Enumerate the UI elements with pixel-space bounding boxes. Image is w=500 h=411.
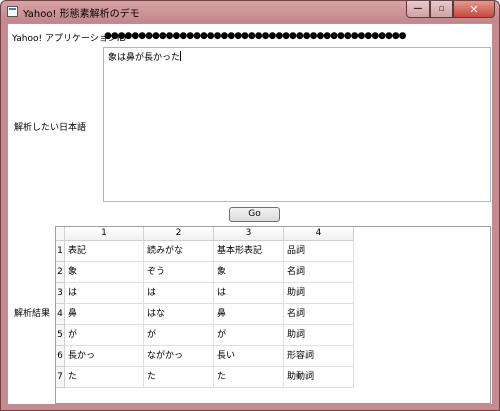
grid-header: 1 2 3 4 — [56, 227, 354, 241]
table-row: 1 表記 読みがな 基本形表記 品詞 — [56, 241, 354, 262]
table-cell[interactable]: 長い — [214, 346, 284, 367]
table-row: 7 た た た 助動詞 — [56, 367, 354, 388]
table-cell[interactable]: 象 — [65, 262, 144, 283]
table-cell[interactable]: 鼻 — [65, 304, 144, 325]
table-cell[interactable]: 基本形表記 — [214, 241, 284, 262]
table-row: 5 が が が 助詞 — [56, 325, 354, 346]
go-button[interactable]: Go — [229, 207, 280, 222]
table-row: 4 鼻 はな 鼻 名詞 — [56, 304, 354, 325]
input-text-area[interactable]: 象は鼻が長かった — [103, 47, 491, 202]
table-row: 3 は は は 助詞 — [56, 283, 354, 304]
table-cell[interactable]: た — [214, 367, 284, 388]
table-cell[interactable]: 表記 — [65, 241, 144, 262]
row-header[interactable]: 1 — [56, 241, 65, 262]
grid-corner[interactable] — [56, 227, 65, 241]
table-cell[interactable]: た — [65, 367, 144, 388]
maximize-button[interactable]: ▫ — [430, 1, 453, 18]
table-cell[interactable]: はな — [144, 304, 214, 325]
client-area: Yahoo! アプリケーションID ●●●●●●●●●●●●●●●●●●●●●●… — [8, 24, 492, 404]
table-cell[interactable]: は — [65, 283, 144, 304]
table-cell[interactable]: が — [144, 325, 214, 346]
appid-field[interactable]: ●●●●●●●●●●●●●●●●●●●●●●●●●●●●●●●●●●●●●●●●… — [104, 29, 491, 43]
table-cell[interactable]: 助詞 — [284, 283, 354, 304]
table-cell[interactable]: 読みがな — [144, 241, 214, 262]
result-label: 解析結果 — [14, 309, 51, 319]
table-cell[interactable]: は — [214, 283, 284, 304]
text-label: 解析したい日本語 — [14, 123, 87, 133]
input-text: 象は鼻が長かった — [108, 53, 181, 63]
table-cell[interactable]: は — [144, 283, 214, 304]
table-cell[interactable]: 鼻 — [214, 304, 284, 325]
table-cell[interactable]: 長かっ — [65, 346, 144, 367]
table-cell[interactable]: ぞう — [144, 262, 214, 283]
table-cell[interactable]: ながかっ — [144, 346, 214, 367]
row-header[interactable]: 7 — [56, 367, 65, 388]
column-header-1[interactable]: 1 — [65, 227, 144, 241]
app-icon — [7, 6, 18, 17]
column-header-3[interactable]: 3 — [214, 227, 284, 241]
table-cell[interactable]: 形容詞 — [284, 346, 354, 367]
table-row: 6 長かっ ながかっ 長い 形容詞 — [56, 346, 354, 367]
minimize-button[interactable]: — — [406, 1, 430, 18]
close-button[interactable]: ✕ — [453, 1, 495, 18]
table-cell[interactable]: 品詞 — [284, 241, 354, 262]
row-header[interactable]: 4 — [56, 304, 65, 325]
table-cell[interactable]: が — [214, 325, 284, 346]
row-header[interactable]: 2 — [56, 262, 65, 283]
table-cell[interactable]: が — [65, 325, 144, 346]
title-bar[interactable]: Yahoo! 形態素解析のデモ — ▫ ✕ — [1, 1, 499, 23]
column-header-2[interactable]: 2 — [144, 227, 214, 241]
table-cell[interactable]: 名詞 — [284, 262, 354, 283]
text-caret — [180, 51, 182, 61]
table-cell[interactable]: 象 — [214, 262, 284, 283]
result-grid[interactable]: 1 2 3 4 1 表記 読みがな 基本形表記 品詞 2 象 ぞう 象 名詞 3 — [55, 226, 491, 404]
table-cell[interactable]: た — [144, 367, 214, 388]
table-row: 2 象 ぞう 象 名詞 — [56, 262, 354, 283]
table-cell[interactable]: 助動詞 — [284, 367, 354, 388]
table-cell[interactable]: 名詞 — [284, 304, 354, 325]
column-header-4[interactable]: 4 — [284, 227, 354, 241]
row-header[interactable]: 5 — [56, 325, 65, 346]
window-title: Yahoo! 形態素解析のデモ — [23, 9, 140, 20]
caption-buttons: — ▫ ✕ — [406, 1, 495, 18]
row-header[interactable]: 6 — [56, 346, 65, 367]
app-window: Yahoo! 形態素解析のデモ — ▫ ✕ Yahoo! アプリケーションID … — [0, 0, 500, 411]
table-cell[interactable]: 助詞 — [284, 325, 354, 346]
row-header[interactable]: 3 — [56, 283, 65, 304]
